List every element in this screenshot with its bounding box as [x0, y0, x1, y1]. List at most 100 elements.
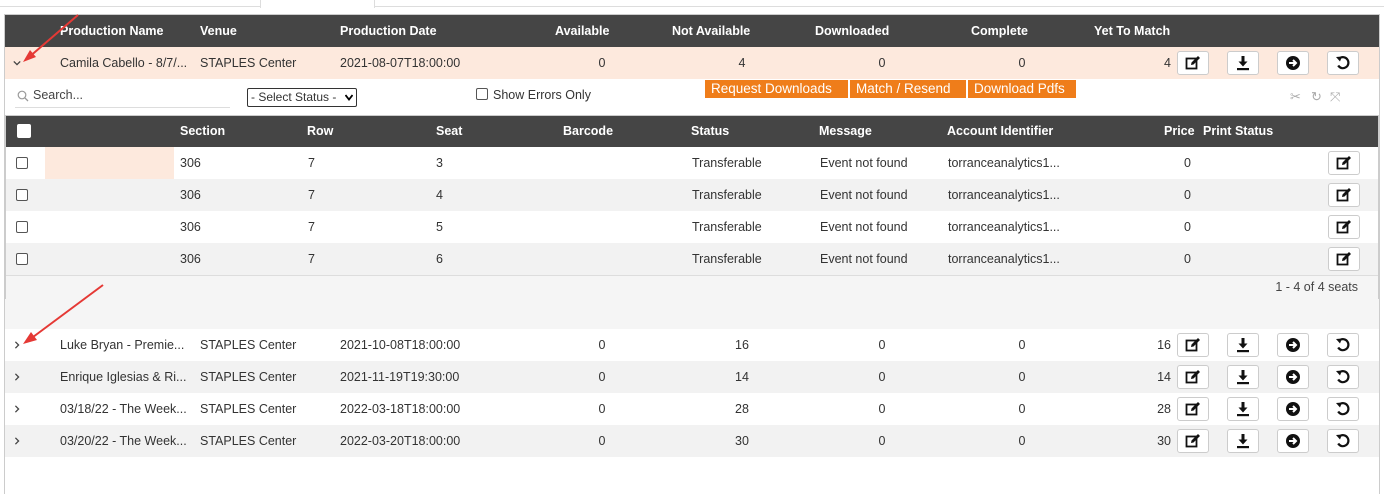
- edit-button[interactable]: [1177, 333, 1209, 357]
- col-header-production-date[interactable]: Production Date: [340, 15, 437, 47]
- edit-icon: [1336, 156, 1351, 170]
- seat-section: 306: [180, 188, 201, 202]
- search-input[interactable]: Search...: [33, 88, 83, 102]
- seat-status: Transferable: [692, 252, 762, 266]
- download-icon: [1237, 434, 1249, 449]
- col-header-print-status[interactable]: Print Status: [1203, 116, 1273, 148]
- production-row[interactable]: 03/20/22 - The Week... STAPLES Center 2022…: [5, 425, 1379, 457]
- seat-checkbox[interactable]: [16, 221, 28, 233]
- download-button[interactable]: [1227, 333, 1259, 357]
- edit-button[interactable]: [1177, 365, 1209, 389]
- edit-icon: [1336, 252, 1351, 266]
- venue: STAPLES Center: [200, 434, 297, 448]
- undo-icon: [1336, 370, 1350, 384]
- select-all-checkbox[interactable]: [17, 124, 31, 138]
- match-resend-button[interactable]: Match / Resend: [850, 80, 966, 98]
- seat-row[interactable]: 306 7 6 Transferable Event not found torrance…: [6, 243, 1378, 275]
- available-count: 0: [598, 56, 606, 70]
- edit-seat-button[interactable]: [1328, 183, 1360, 207]
- show-errors-checkbox[interactable]: [476, 88, 488, 100]
- not-available-count: 4: [738, 56, 746, 70]
- downloaded-count: 0: [878, 434, 886, 448]
- go-to-button[interactable]: [1277, 51, 1309, 75]
- expand-chevron-icon[interactable]: [10, 393, 24, 425]
- go-to-button[interactable]: [1277, 397, 1309, 421]
- collapse-chevron-icon[interactable]: [10, 47, 24, 79]
- complete-count: 0: [1018, 370, 1026, 384]
- col-header-account-identifier[interactable]: Account Identifier: [947, 116, 1053, 148]
- col-header-venue[interactable]: Venue: [200, 15, 237, 47]
- seat-row[interactable]: 306 7 5 Transferable Event not found torrance…: [6, 211, 1378, 243]
- production-row[interactable]: 03/18/22 - The Week... STAPLES Center 2022…: [5, 393, 1379, 425]
- seat-message: Event not found: [820, 252, 908, 266]
- detail-toolbar: Search... - Select Status - Show Errors …: [5, 79, 1379, 115]
- seat-barcode: [563, 211, 683, 243]
- col-header-price[interactable]: Price: [1164, 116, 1195, 148]
- download-button[interactable]: [1227, 429, 1259, 453]
- selected-cell-highlight: [45, 147, 174, 179]
- venue: STAPLES Center: [200, 402, 297, 416]
- col-header-seat[interactable]: Seat: [436, 116, 462, 148]
- seat-barcode: [563, 243, 683, 275]
- edit-seat-button[interactable]: [1328, 215, 1360, 239]
- go-to-button[interactable]: [1277, 429, 1309, 453]
- edit-seat-button[interactable]: [1328, 247, 1360, 271]
- col-header-complete[interactable]: Complete: [971, 15, 1028, 47]
- request-downloads-button[interactable]: Request Downloads: [705, 80, 848, 98]
- col-header-yet-to-match[interactable]: Yet To Match: [1094, 15, 1170, 47]
- not-available-count: 28: [735, 402, 749, 416]
- downloaded-count: 0: [878, 56, 886, 70]
- seat-number: 4: [436, 188, 443, 202]
- active-tab[interactable]: [260, 0, 375, 8]
- reset-button[interactable]: [1327, 51, 1359, 75]
- download-icon: [1237, 338, 1249, 353]
- edit-button[interactable]: [1177, 51, 1209, 75]
- download-button[interactable]: [1227, 397, 1259, 421]
- go-to-button[interactable]: [1277, 333, 1309, 357]
- seat-row[interactable]: 306 7 3 Transferable Event not found torrance…: [6, 147, 1378, 179]
- production-row[interactable]: Luke Bryan - Premie... STAPLES Center 2021…: [5, 329, 1379, 361]
- reset-button[interactable]: [1327, 333, 1359, 357]
- col-header-production-name[interactable]: Production Name: [60, 15, 164, 47]
- refresh-icon[interactable]: ↻: [1311, 89, 1322, 105]
- col-header-available[interactable]: Available: [555, 15, 609, 47]
- download-icon: [1237, 370, 1249, 385]
- search-box[interactable]: Search...: [15, 85, 230, 108]
- download-pdfs-button[interactable]: Download Pdfs: [968, 80, 1076, 98]
- clear-filter-icon[interactable]: ✂: [1290, 89, 1301, 105]
- edit-icon: [1185, 434, 1200, 448]
- download-icon: [1237, 402, 1249, 417]
- col-header-message[interactable]: Message: [819, 116, 872, 148]
- seat-checkbox[interactable]: [16, 157, 28, 169]
- reset-button[interactable]: [1327, 397, 1359, 421]
- expand-chevron-icon[interactable]: [10, 329, 24, 361]
- seat-number: 3: [436, 156, 443, 170]
- seat-message: Event not found: [820, 220, 908, 234]
- expand-chevron-icon[interactable]: [10, 361, 24, 393]
- edit-button[interactable]: [1177, 429, 1209, 453]
- production-row[interactable]: Camila Cabello - 8/7/... STAPLES Center 20…: [5, 47, 1379, 79]
- download-button[interactable]: [1227, 365, 1259, 389]
- seat-checkbox[interactable]: [16, 253, 28, 265]
- expand-chevron-icon[interactable]: [10, 425, 24, 457]
- reset-button[interactable]: [1327, 429, 1359, 453]
- download-button[interactable]: [1227, 51, 1259, 75]
- col-header-not-available[interactable]: Not Available: [672, 15, 750, 47]
- reset-button[interactable]: [1327, 365, 1359, 389]
- expand-icon[interactable]: ⤧: [1330, 89, 1340, 105]
- seat-checkbox[interactable]: [16, 189, 28, 201]
- col-header-barcode[interactable]: Barcode: [563, 116, 613, 148]
- seat-row[interactable]: 306 7 4 Transferable Event not found torrance…: [6, 179, 1378, 211]
- undo-icon: [1336, 338, 1350, 352]
- status-select[interactable]: - Select Status -: [247, 88, 357, 107]
- seats-pager: 1 - 4 of 4 seats: [6, 275, 1378, 300]
- edit-seat-button[interactable]: [1328, 151, 1360, 175]
- production-row[interactable]: Enrique Iglesias & Ri... STAPLES Center 20…: [5, 361, 1379, 393]
- productions-grid-header: Production Name Venue Production Date Av…: [5, 15, 1379, 47]
- col-header-section[interactable]: Section: [180, 116, 225, 148]
- edit-button[interactable]: [1177, 397, 1209, 421]
- col-header-row[interactable]: Row: [307, 116, 333, 148]
- col-header-status[interactable]: Status: [691, 116, 729, 148]
- go-to-button[interactable]: [1277, 365, 1309, 389]
- col-header-downloaded[interactable]: Downloaded: [815, 15, 889, 47]
